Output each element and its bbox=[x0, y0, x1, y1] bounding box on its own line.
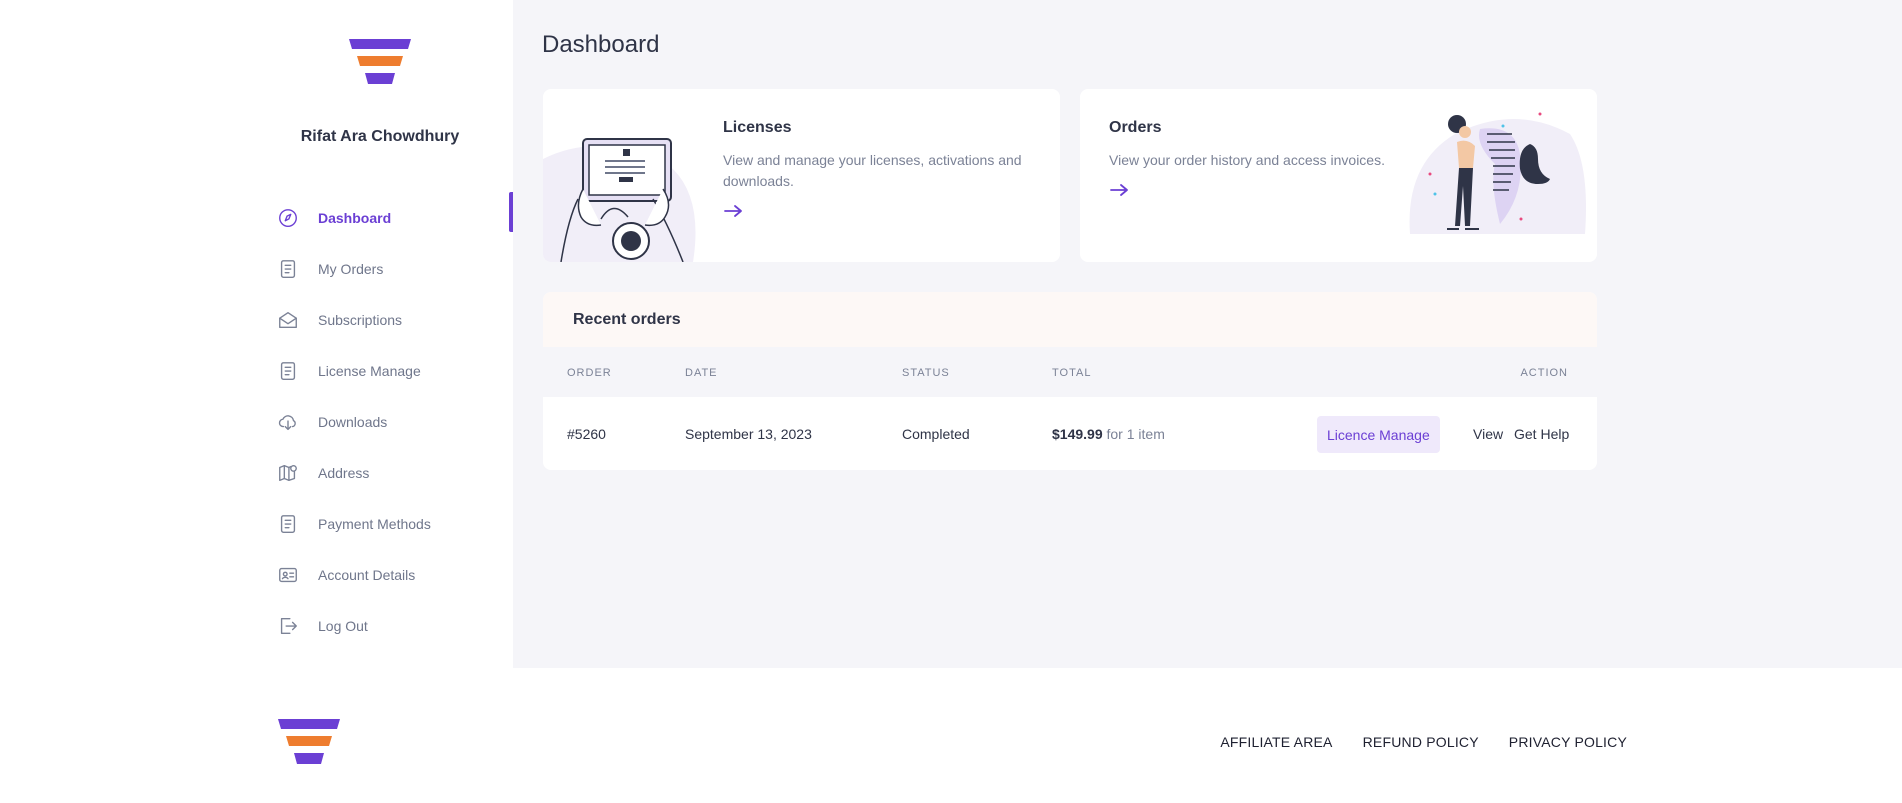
sidebar-item-label: Downloads bbox=[318, 413, 388, 430]
sidebar-item-account-details[interactable]: Account Details bbox=[276, 549, 513, 600]
footer: AFFILIATE AREA REFUND POLICY PRIVACY POL… bbox=[0, 668, 1902, 803]
licenses-text: Licenses View and manage your licenses, … bbox=[723, 119, 1033, 223]
footer-link-privacy-policy[interactable]: PRIVACY POLICY bbox=[1509, 734, 1627, 750]
document-icon bbox=[276, 359, 300, 383]
sidebar-item-payment-methods[interactable]: Payment Methods bbox=[276, 498, 513, 549]
sidebar-item-label: Account Details bbox=[318, 566, 416, 583]
sidebar-item-label: Log Out bbox=[318, 617, 368, 634]
sidebar-item-label: License Manage bbox=[318, 362, 421, 379]
column-total: TOTAL bbox=[1052, 367, 1092, 379]
sidebar-nav: Dashboard My Orders Subscriptions Licens… bbox=[276, 192, 513, 651]
map-icon bbox=[276, 461, 300, 485]
get-help-link[interactable]: Get Help bbox=[1514, 426, 1569, 442]
brand-logo[interactable] bbox=[349, 39, 411, 87]
recent-orders-title: Recent orders bbox=[573, 310, 681, 328]
footer-brand-logo[interactable] bbox=[278, 719, 340, 767]
orders-text: Orders View your order history and acces… bbox=[1109, 119, 1409, 202]
sidebar-item-label: Dashboard bbox=[318, 209, 392, 226]
document-icon bbox=[276, 512, 300, 536]
footer-link-affiliate-area[interactable]: AFFILIATE AREA bbox=[1220, 734, 1332, 750]
arrow-right-icon[interactable] bbox=[723, 204, 743, 223]
order-item-count: for 1 item bbox=[1106, 426, 1165, 442]
order-total: $149.99 bbox=[1052, 426, 1103, 442]
order-status: Completed bbox=[902, 426, 970, 442]
view-order-link[interactable]: View bbox=[1473, 426, 1503, 442]
licenses-illustration bbox=[543, 138, 696, 262]
sidebar-item-downloads[interactable]: Downloads bbox=[276, 396, 513, 447]
licenses-card[interactable]: Licenses View and manage your licenses, … bbox=[543, 89, 1060, 262]
sidebar: Rifat Ara Chowdhury Dashboard My Orders bbox=[0, 0, 513, 668]
recent-orders-panel: Recent orders ORDER DATE STATUS TOTAL AC… bbox=[543, 292, 1597, 470]
recent-orders-header: Recent orders bbox=[543, 292, 1597, 347]
licenses-title: Licenses bbox=[723, 119, 792, 136]
cloud-download-icon bbox=[276, 410, 300, 434]
footer-link-refund-policy[interactable]: REFUND POLICY bbox=[1363, 734, 1479, 750]
orders-title: Orders bbox=[1109, 119, 1162, 136]
table-header: ORDER DATE STATUS TOTAL ACTION bbox=[543, 347, 1597, 397]
orders-illustration bbox=[1409, 112, 1586, 234]
column-status: STATUS bbox=[902, 367, 950, 379]
logout-icon bbox=[276, 614, 300, 638]
document-icon bbox=[276, 257, 300, 281]
column-order: ORDER bbox=[567, 367, 612, 379]
order-date: September 13, 2023 bbox=[685, 426, 812, 442]
sidebar-item-label: My Orders bbox=[318, 260, 384, 277]
app: Rifat Ara Chowdhury Dashboard My Orders bbox=[0, 0, 1902, 668]
licence-manage-button[interactable]: Licence Manage bbox=[1317, 416, 1440, 453]
orders-description: View your order history and access invoi… bbox=[1109, 152, 1385, 168]
user-name: Rifat Ara Chowdhury bbox=[300, 128, 460, 145]
order-number: #5260 bbox=[567, 426, 606, 442]
page-title: Dashboard bbox=[542, 31, 660, 58]
order-total-cell: $149.99 for 1 item bbox=[1052, 426, 1165, 442]
licenses-description: View and manage your licenses, activatio… bbox=[723, 152, 1022, 189]
orders-card[interactable]: Orders View your order history and acces… bbox=[1080, 89, 1597, 262]
sidebar-item-dashboard[interactable]: Dashboard bbox=[276, 192, 513, 243]
arrow-right-icon[interactable] bbox=[1109, 183, 1129, 202]
sidebar-item-label: Subscriptions bbox=[318, 311, 403, 328]
envelope-icon bbox=[276, 308, 300, 332]
column-action: ACTION bbox=[1520, 367, 1568, 379]
sidebar-item-address[interactable]: Address bbox=[276, 447, 513, 498]
main-content: Dashboard Licenses View and manage your … bbox=[513, 0, 1902, 668]
footer-links: AFFILIATE AREA REFUND POLICY PRIVACY POL… bbox=[1220, 734, 1627, 750]
sidebar-item-label: Payment Methods bbox=[318, 515, 431, 532]
sidebar-item-subscriptions[interactable]: Subscriptions bbox=[276, 294, 513, 345]
id-card-icon bbox=[276, 563, 300, 587]
sidebar-item-label: Address bbox=[318, 464, 370, 481]
sidebar-item-log-out[interactable]: Log Out bbox=[276, 600, 513, 651]
table-row: #5260 September 13, 2023 Completed $149.… bbox=[543, 397, 1597, 470]
sidebar-item-my-orders[interactable]: My Orders bbox=[276, 243, 513, 294]
dashboard-icon bbox=[276, 206, 300, 230]
column-date: DATE bbox=[685, 367, 718, 379]
sidebar-item-license-manage[interactable]: License Manage bbox=[276, 345, 513, 396]
